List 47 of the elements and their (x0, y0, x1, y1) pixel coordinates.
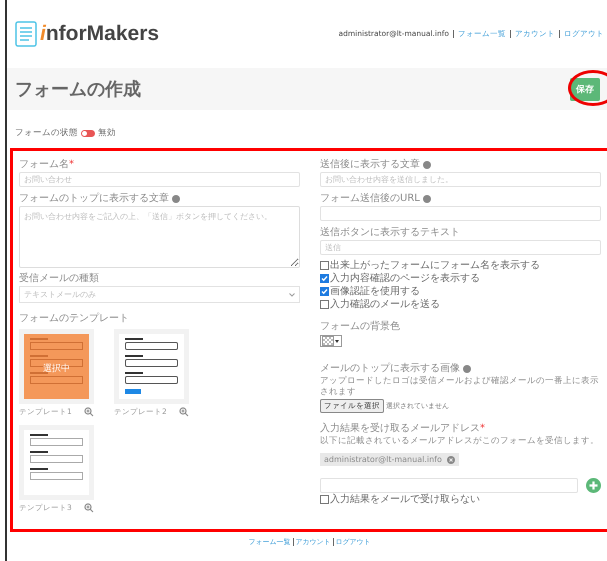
checkbox-label: 入力内容確認のページを表示する (330, 272, 480, 285)
button-text-field[interactable]: 送信 (320, 240, 601, 255)
field-label: メールのトップに表示する画像 (320, 362, 460, 376)
page-title: フォームの作成 (15, 78, 141, 101)
field-label: 受信メールの種類 (19, 272, 100, 286)
logo-text: inforMakers (40, 22, 160, 46)
color-picker[interactable] (320, 335, 342, 347)
field-label: フォームのテンプレート (19, 312, 130, 326)
email-address: administrator@lt-manual.info (324, 455, 442, 464)
field-label: 送信後に表示する文章 (320, 158, 420, 172)
form-name-field[interactable]: お問い合わせ (19, 172, 300, 187)
after-send-text-field[interactable]: お問い合わせ内容を送信しました。 (320, 172, 601, 187)
chevron-down-icon (289, 292, 295, 296)
checkbox[interactable] (320, 495, 329, 504)
field-label: 送信ボタンに表示するテキスト (320, 226, 461, 240)
url-field[interactable] (320, 206, 601, 221)
remove-icon[interactable] (446, 456, 455, 464)
field-label: フォームのトップに表示する文章 (19, 192, 169, 206)
status-label: フォームの状態 (15, 127, 78, 139)
save-button[interactable]: 保存 (570, 78, 600, 100)
hint-text: アップロードしたロゴは受信メールおよび確認メールの一番上に表示されます (320, 376, 600, 398)
field-label: 入力結果を受け取るメールアドレス* (320, 422, 486, 436)
email-field[interactable] (320, 478, 578, 493)
highlight-ellipse (568, 70, 607, 106)
mail-type-dropdown[interactable]: テキストメールのみ (19, 286, 300, 303)
add-icon[interactable] (586, 478, 601, 493)
checkbox-label: 入力確認のメールを送る (330, 298, 440, 311)
template-thumbnail[interactable] (19, 425, 94, 500)
checkbox[interactable] (320, 300, 329, 309)
intro-text-field[interactable]: お問い合わせ内容をご記入の上、「送信」ボタンを押してください。 (19, 206, 300, 268)
template-thumbnail[interactable] (114, 329, 189, 404)
zoom-in-icon[interactable] (84, 503, 94, 513)
field-label: フォーム送信後のURL (320, 192, 420, 206)
checkbox[interactable] (320, 274, 329, 283)
field-label: フォーム名* (19, 158, 75, 172)
checkbox[interactable] (320, 287, 329, 296)
checkbox-label: 入力結果をメールで受け取らない (330, 493, 480, 506)
checkbox-label: 出来上がったフォームにフォーム名を表示する (330, 259, 540, 272)
status-value: 無効 (98, 127, 116, 139)
template-thumbnail[interactable]: 選択中 (19, 329, 94, 404)
checkbox-label: 画像認証を使用する (330, 285, 420, 298)
hint-text: 以下に記載されているメールアドレスがこのフォームを受信します。 (320, 436, 600, 447)
field-label: フォームの背景色 (320, 320, 401, 334)
zoom-in-icon[interactable] (179, 407, 189, 417)
checkbox[interactable] (320, 261, 329, 270)
zoom-in-icon[interactable] (84, 407, 94, 417)
status-toggle[interactable] (81, 130, 95, 136)
